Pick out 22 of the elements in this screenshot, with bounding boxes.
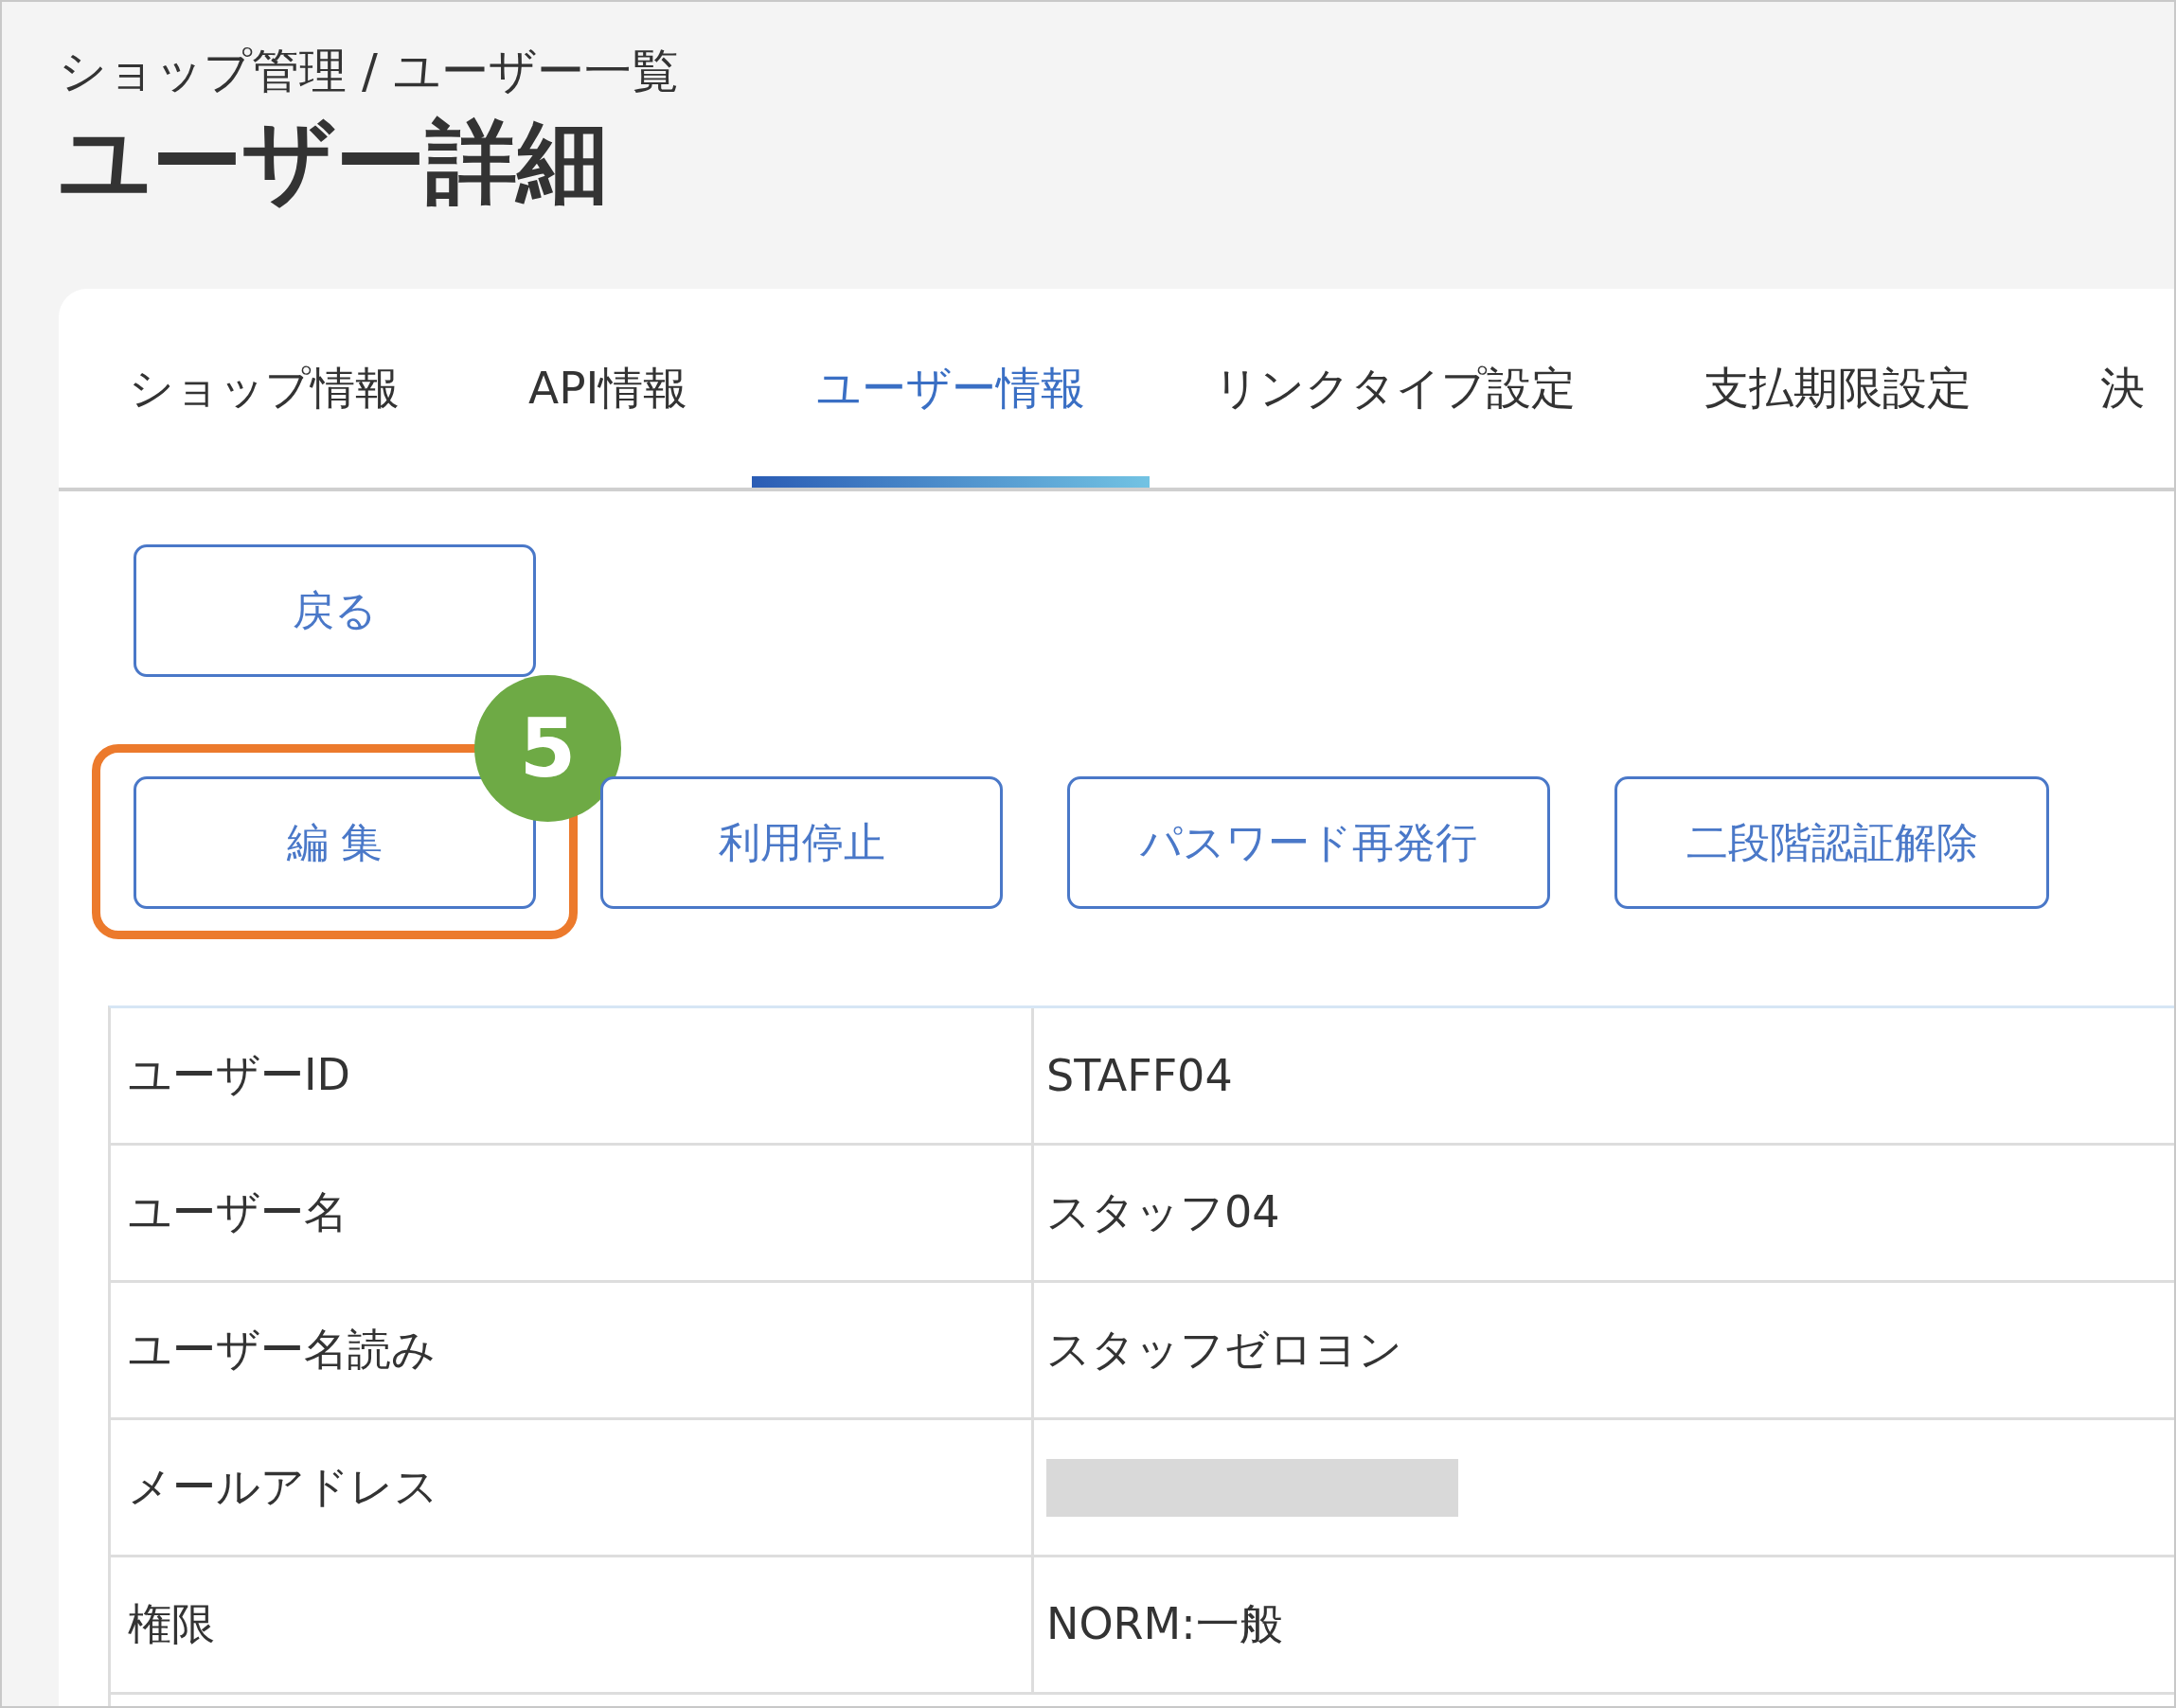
table-cell: ユーザー名読み (111, 1283, 1034, 1417)
breadcrumb: ショップ管理 / ユーザー一覧 (59, 43, 680, 100)
back-button[interactable]: 戻る (134, 544, 536, 677)
tab[interactable]: 支払期限設定 (1640, 289, 2037, 488)
table-cell-text: スタッフ04 (1046, 1185, 1280, 1239)
table-cell: 権限 (111, 1557, 1034, 1692)
step-number-badge: 5 (474, 675, 621, 822)
table-cell: ユーザー名 (111, 1146, 1034, 1280)
table-cell-text: NORM:一般 (1046, 1597, 1283, 1651)
tab[interactable]: リンクタイプ設定 (1150, 289, 1641, 488)
tab[interactable]: ショップ情報 (64, 289, 464, 488)
action-button[interactable]: 編 集 (134, 776, 536, 909)
page-title: ユーザー詳細 (59, 108, 609, 217)
table-cell: STAFF04 (1046, 1050, 1233, 1101)
tab[interactable]: API情報 (464, 289, 753, 488)
tab[interactable]: 決 (2036, 289, 2174, 488)
table-cell-text: スタッフゼロヨン (1046, 1323, 1402, 1377)
action-button[interactable]: 利用停止 (600, 776, 1003, 909)
table-cell: ユーザーID (111, 1008, 1034, 1143)
action-button[interactable]: 二段階認証解除 (1614, 776, 2049, 909)
table-cell: メールアドレス (111, 1420, 1034, 1555)
action-button[interactable]: パスワード再発行 (1067, 776, 1550, 909)
